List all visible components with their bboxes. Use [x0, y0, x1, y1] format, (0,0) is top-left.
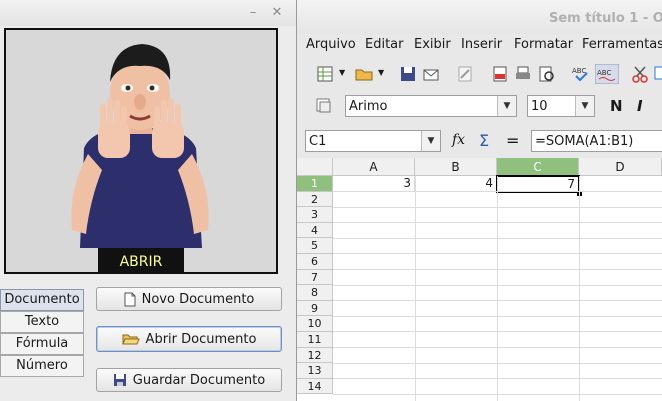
new-document-label: Novo Documento [141, 291, 255, 307]
sign-language-panel: – ✕ ABRIR Documento Texto Fórmula Número… [0, 0, 297, 401]
row-header-5[interactable]: 5 [297, 238, 333, 254]
menu-ferramentas[interactable]: Ferramentas [582, 37, 662, 52]
row-header-3[interactable]: 3 [297, 207, 333, 223]
column-gridline [415, 176, 416, 401]
row-header-6[interactable]: 6 [297, 254, 333, 270]
new-document-icon [124, 292, 136, 306]
cut-icon[interactable] [630, 64, 650, 84]
window-title: Sem título 1 - Ope [549, 11, 662, 26]
tab-formula[interactable]: Fórmula [0, 333, 84, 355]
chevron-down-icon[interactable]: ▼ [421, 131, 440, 151]
menu-editar[interactable]: Editar [365, 37, 404, 52]
export-pdf-icon[interactable] [490, 64, 510, 84]
name-box-value: C1 [309, 134, 327, 149]
minimize-icon[interactable]: – [246, 6, 260, 20]
edit-file-icon[interactable] [455, 64, 475, 84]
chevron-down-icon[interactable]: ▼ [575, 96, 594, 116]
name-box[interactable]: C1 ▼ [305, 130, 441, 152]
auto-spellcheck-icon[interactable]: ABC [595, 64, 619, 84]
column-gridline [497, 176, 498, 401]
tab-documento[interactable]: Documento [0, 289, 84, 311]
spreadsheet-window: Sem título 1 - Ope Arquivo Editar Exibir… [297, 0, 662, 401]
copy-icon[interactable] [653, 64, 662, 84]
column-header-a[interactable]: A [333, 158, 415, 176]
bold-button[interactable]: N [610, 97, 623, 115]
chevron-down-icon[interactable]: ▼ [339, 68, 345, 77]
tab-numero[interactable]: Número [0, 355, 84, 377]
font-size-value: 10 [531, 99, 548, 114]
row-header-8[interactable]: 8 [297, 285, 333, 301]
folder-open-icon [121, 334, 140, 345]
row-header-12[interactable]: 12 [297, 347, 333, 364]
spellcheck-icon[interactable]: ABC [571, 64, 591, 84]
sign-avatar-video: ABRIR [4, 28, 278, 274]
menu-formatar[interactable]: Formatar [514, 37, 573, 52]
column-header-b[interactable]: B [415, 158, 497, 176]
styles-icon[interactable] [315, 97, 333, 115]
chevron-down-icon[interactable]: ▼ [378, 68, 384, 77]
cell-a1[interactable]: 3 [333, 176, 415, 192]
select-all-corner[interactable] [297, 158, 333, 176]
font-name-combo[interactable]: Arimo ▼ [345, 95, 517, 117]
tab-texto[interactable]: Texto [0, 311, 84, 333]
row-header-10[interactable]: 10 [297, 316, 333, 332]
print-preview-icon[interactable] [536, 64, 556, 84]
row-header-7[interactable]: 7 [297, 269, 333, 286]
row-header-2[interactable]: 2 [297, 191, 333, 208]
italic-button[interactable]: I [637, 97, 643, 115]
save-document-button[interactable]: Guardar Documento [96, 368, 282, 392]
column-header-d[interactable]: D [579, 158, 662, 176]
row-header-4[interactable]: 4 [297, 222, 333, 239]
avatar-illustration [6, 30, 276, 272]
menu-inserir[interactable]: Inserir [461, 37, 502, 52]
formula-bar: C1 ▼ fx Σ = =SOMA(A1:B1) [297, 124, 662, 158]
font-name-value: Arimo [349, 99, 388, 114]
email-icon[interactable] [421, 64, 441, 84]
sum-icon[interactable]: Σ [479, 131, 489, 150]
menu-bar: Arquivo Editar Exibir Inserir Formatar F… [297, 34, 662, 56]
row-header-1[interactable]: 1 [297, 176, 333, 192]
font-size-combo[interactable]: 10 ▼ [527, 95, 595, 117]
new-spreadsheet-icon[interactable] [315, 64, 335, 84]
close-icon[interactable]: ✕ [270, 6, 284, 20]
window-titlebar: Sem título 1 - Ope [297, 0, 662, 34]
row-header-11[interactable]: 11 [297, 332, 333, 348]
sign-caption: ABRIR [119, 254, 163, 270]
open-document-button[interactable]: Abrir Documento [96, 326, 282, 352]
spreadsheet-grid[interactable]: A B C D 3 4 7 1 2 3 4 5 6 7 8 9 10 11 12 13 14 [297, 158, 662, 401]
function-wizard-icon[interactable]: fx [452, 132, 465, 148]
menu-arquivo[interactable]: Arquivo [306, 37, 356, 52]
row-header-14[interactable]: 14 [297, 378, 333, 395]
row-header-9[interactable]: 9 [297, 300, 333, 317]
formatting-toolbar: Arimo ▼ 10 ▼ N I [297, 92, 662, 122]
cell-b1[interactable]: 4 [415, 176, 497, 192]
open-folder-icon[interactable] [354, 64, 374, 84]
panel-titlebar: – ✕ [0, 0, 296, 26]
save-document-label: Guardar Documento [132, 372, 266, 388]
new-document-button[interactable]: Novo Documento [96, 287, 282, 311]
print-icon[interactable] [513, 64, 533, 84]
svg-text:ABC: ABC [572, 67, 586, 75]
column-gridline [579, 176, 580, 401]
svg-text:ABC: ABC [597, 69, 611, 77]
save-icon[interactable] [398, 64, 418, 84]
chevron-down-icon[interactable]: ▼ [497, 96, 516, 116]
floppy-disk-icon [113, 374, 126, 386]
formula-input[interactable]: =SOMA(A1:B1) [531, 130, 662, 152]
column-header-c[interactable]: C [497, 158, 579, 176]
open-document-label: Abrir Documento [145, 331, 257, 347]
standard-toolbar: ▼ ▼ ABC ABC [297, 58, 662, 90]
menu-exibir[interactable]: Exibir [414, 37, 451, 52]
row-header-13[interactable]: 13 [297, 363, 333, 379]
equals-icon[interactable]: = [506, 131, 519, 150]
